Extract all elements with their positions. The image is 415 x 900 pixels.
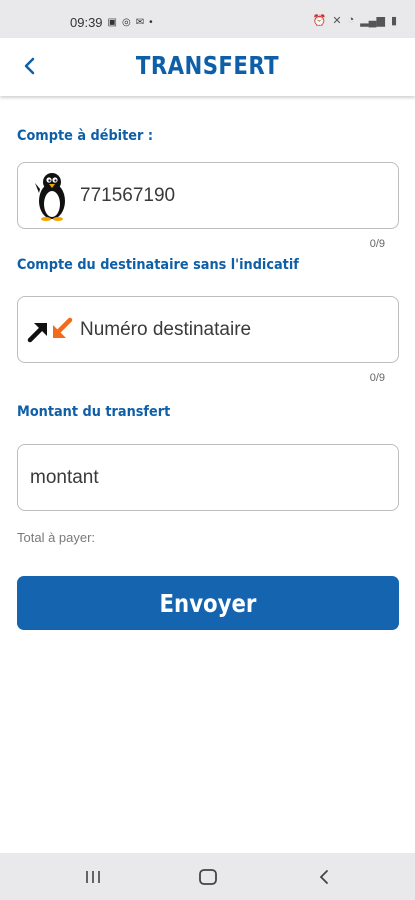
- page-title: TRANSFERT: [135, 51, 280, 80]
- debit-account-value: 771567190: [80, 184, 176, 206]
- back-icon[interactable]: [312, 865, 336, 889]
- send-button[interactable]: Envoyer: [17, 576, 399, 630]
- penguin-icon: [35, 172, 65, 221]
- debit-counter: 0/9: [369, 238, 385, 250]
- status-left: 09:39 ▣ ◎ ✉ •: [70, 15, 153, 30]
- mute-icon: ✕: [332, 15, 342, 27]
- debit-account-field[interactable]: 771567190: [17, 162, 399, 229]
- app-header: TRANSFERT: [0, 38, 415, 96]
- debit-account-label: Compte à débiter :: [17, 128, 153, 144]
- send-button-label: Envoyer: [159, 588, 257, 618]
- signal-icon: ▂▄▆: [360, 15, 385, 27]
- transfer-arrows-icon: [27, 317, 73, 342]
- status-time: 09:39: [70, 15, 103, 30]
- nav-bar: [0, 853, 415, 900]
- whatsapp-icon: ◎: [122, 17, 131, 28]
- recent-apps-icon[interactable]: [81, 865, 105, 889]
- dot-icon: •: [149, 17, 153, 28]
- status-bar: 09:39 ▣ ◎ ✉ • ⏰ ✕ ◔ ▂▄▆ ▮: [0, 0, 415, 38]
- recipient-counter: 0/9: [369, 372, 385, 384]
- recipient-field[interactable]: Numéro destinataire: [17, 296, 399, 363]
- mail-icon: ✉: [135, 17, 145, 28]
- status-right: ⏰ ✕ ◔ ▂▄▆ ▮: [313, 14, 397, 27]
- recipient-label: Compte du destinataire sans l'indicatif: [17, 257, 299, 273]
- amount-field[interactable]: montant: [17, 444, 399, 511]
- amount-placeholder: montant: [30, 466, 99, 488]
- recipient-placeholder: Numéro destinataire: [80, 318, 252, 340]
- image-icon: ▣: [107, 17, 117, 28]
- wifi-icon: ◔: [347, 14, 355, 26]
- total-label: Total à payer:: [17, 530, 96, 545]
- home-icon[interactable]: [196, 865, 220, 889]
- battery-icon: ▮: [390, 15, 397, 27]
- alarm-icon: ⏰: [312, 15, 327, 27]
- amount-label: Montant du transfert: [17, 404, 171, 420]
